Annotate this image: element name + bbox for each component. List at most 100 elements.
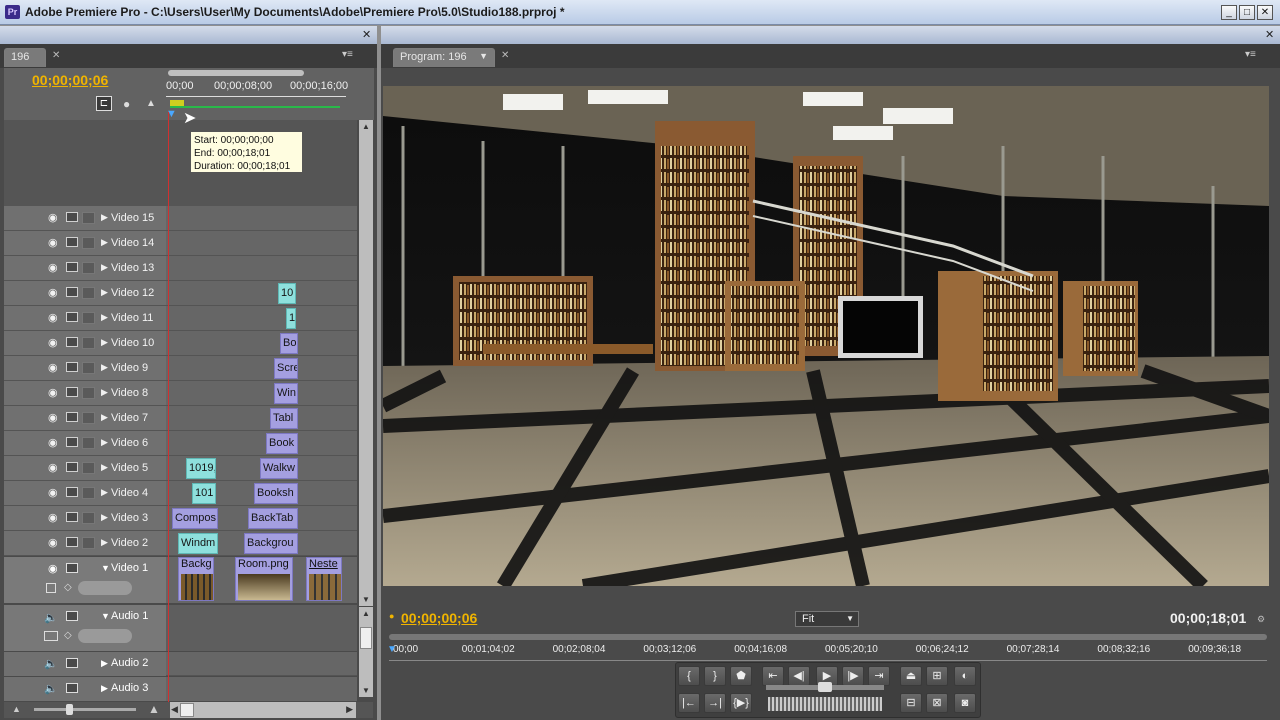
eye-icon[interactable]: ◉ (48, 311, 58, 324)
marker-button[interactable]: ⬟ (730, 666, 752, 686)
video-scrollbar[interactable]: ▲ ▼ (359, 120, 373, 606)
expand-arrow-icon[interactable]: ▶ (101, 487, 108, 498)
track-target-box[interactable] (82, 387, 95, 399)
go-to-previous-edit-button[interactable]: |← (678, 693, 700, 713)
clip-room[interactable]: Room.png (235, 557, 293, 601)
expand-arrow-icon[interactable]: ▶ (101, 683, 108, 694)
expand-arrow-icon[interactable]: ▶ (101, 287, 108, 298)
eye-icon[interactable]: ◉ (48, 386, 58, 399)
speaker-icon[interactable]: 🔈 (44, 611, 58, 624)
go-to-in-button[interactable]: ⇤ (762, 666, 784, 686)
clip-nested[interactable]: Neste (306, 557, 342, 601)
program-time-ruler[interactable]: 00;00 00;01;04;02 00;02;08;04 00;03;12;06 00… (389, 642, 1267, 658)
expand-arrow-icon[interactable]: ▶ (101, 462, 108, 473)
zoom-dropdown[interactable]: Fit ▼ (795, 611, 859, 627)
lock-icon[interactable] (66, 437, 78, 447)
waveform-icon[interactable] (44, 631, 58, 641)
clip[interactable]: 1( (286, 308, 296, 329)
track-target-box[interactable] (82, 537, 95, 549)
settings-icon[interactable]: ⚙ (1257, 614, 1265, 625)
lock-icon[interactable] (66, 387, 78, 397)
track-target-box[interactable] (82, 512, 95, 524)
eye-icon[interactable]: ◉ (48, 261, 58, 274)
lock-icon[interactable] (66, 487, 78, 497)
panel-menu-icon[interactable]: ▾≡ (342, 49, 353, 60)
expand-arrow-icon[interactable]: ▶ (101, 312, 108, 323)
clip[interactable]: 101 (192, 483, 216, 504)
clip[interactable]: Book (266, 433, 298, 454)
insert-button[interactable]: ⊟ (900, 693, 922, 713)
lock-icon[interactable] (66, 237, 78, 247)
lock-icon[interactable] (66, 212, 78, 222)
lock-icon[interactable] (66, 563, 78, 573)
jog-disk[interactable] (768, 697, 882, 711)
zoom-scroll-bar[interactable] (168, 70, 304, 76)
clip[interactable]: Windm (178, 533, 218, 554)
close-tab-icon[interactable]: ✕ (52, 50, 60, 61)
close-tab-icon[interactable]: ✕ (501, 50, 509, 61)
clip[interactable]: Booksh (254, 483, 298, 504)
close-icon[interactable]: ✕ (362, 28, 371, 41)
shuttle-slider[interactable] (766, 682, 884, 692)
track-target-box[interactable] (82, 362, 95, 374)
close-icon[interactable]: ✕ (1265, 28, 1274, 41)
step-forward-button[interactable]: |▶ (842, 666, 864, 686)
eye-icon[interactable]: ◉ (48, 436, 58, 449)
zoom-slider[interactable] (34, 708, 136, 711)
clip[interactable]: Win (274, 383, 298, 404)
track-target-box[interactable] (82, 412, 95, 424)
track-target-box[interactable] (82, 287, 95, 299)
collapse-arrow-icon[interactable]: ▼ (101, 611, 110, 621)
tab-sequence[interactable]: 196 (4, 48, 46, 67)
eye-icon[interactable]: ◉ (48, 461, 58, 474)
clip[interactable]: Walkw (260, 458, 298, 479)
zoom-out-icon[interactable]: ▲ (12, 704, 21, 714)
expand-arrow-icon[interactable]: ▶ (101, 337, 108, 348)
mark-in-button[interactable]: { (678, 666, 700, 686)
eye-icon[interactable]: ◉ (48, 486, 58, 499)
eye-icon[interactable]: ◉ (48, 236, 58, 249)
eye-icon[interactable]: ◉ (48, 336, 58, 349)
clip[interactable]: BackTab (248, 508, 298, 529)
safe-margins-button[interactable]: ◐ (954, 666, 976, 686)
track-target-box[interactable] (82, 262, 95, 274)
track-target-box[interactable] (82, 237, 95, 249)
speaker-icon[interactable]: 🔈 (44, 682, 58, 695)
lock-icon[interactable] (66, 412, 78, 422)
keyframe-diamond-icon[interactable]: ◇ (64, 582, 72, 593)
go-to-next-edit-button[interactable]: →| (704, 693, 726, 713)
lock-icon[interactable] (66, 512, 78, 522)
mark-out-button[interactable]: } (704, 666, 726, 686)
track-target-box[interactable] (82, 462, 95, 474)
lock-icon[interactable] (66, 337, 78, 347)
track-target-box[interactable] (82, 337, 95, 349)
clip[interactable]: Scre (274, 358, 298, 379)
lock-icon[interactable] (66, 462, 78, 472)
lock-icon[interactable] (66, 611, 78, 621)
lift-button[interactable]: ⏏ (900, 666, 922, 686)
track-target-box[interactable] (82, 487, 95, 499)
lock-icon[interactable] (66, 683, 78, 693)
clip[interactable]: 10 (278, 283, 296, 304)
keyframe-diamond-icon[interactable]: ◇ (64, 630, 72, 641)
eye-icon[interactable]: ◉ (48, 211, 58, 224)
expand-arrow-icon[interactable]: ▶ (101, 362, 108, 373)
eye-icon[interactable]: ◉ (48, 286, 58, 299)
lock-icon[interactable] (66, 312, 78, 322)
clip[interactable]: Compos (172, 508, 218, 529)
eye-icon[interactable]: ◉ (48, 511, 58, 524)
track-keyframe-dropdown[interactable] (78, 581, 132, 595)
expand-arrow-icon[interactable]: ▶ (101, 412, 108, 423)
keyframe-icon[interactable]: ▲ (146, 98, 156, 109)
clip[interactable]: 1019, (186, 458, 216, 479)
horizontal-scrollbar[interactable]: ▶ ◀ (170, 702, 356, 718)
lock-icon[interactable] (66, 362, 78, 372)
lock-icon[interactable] (66, 262, 78, 272)
minimize-button[interactable]: _ (1221, 5, 1237, 20)
panel-menu-icon[interactable]: ▾≡ (1245, 49, 1256, 60)
lock-icon[interactable] (66, 287, 78, 297)
shuttle-thumb[interactable] (818, 682, 832, 692)
expand-arrow-icon[interactable]: ▶ (101, 437, 108, 448)
expand-arrow-icon[interactable]: ▶ (101, 212, 108, 223)
program-zoom-bar[interactable] (389, 634, 1267, 640)
